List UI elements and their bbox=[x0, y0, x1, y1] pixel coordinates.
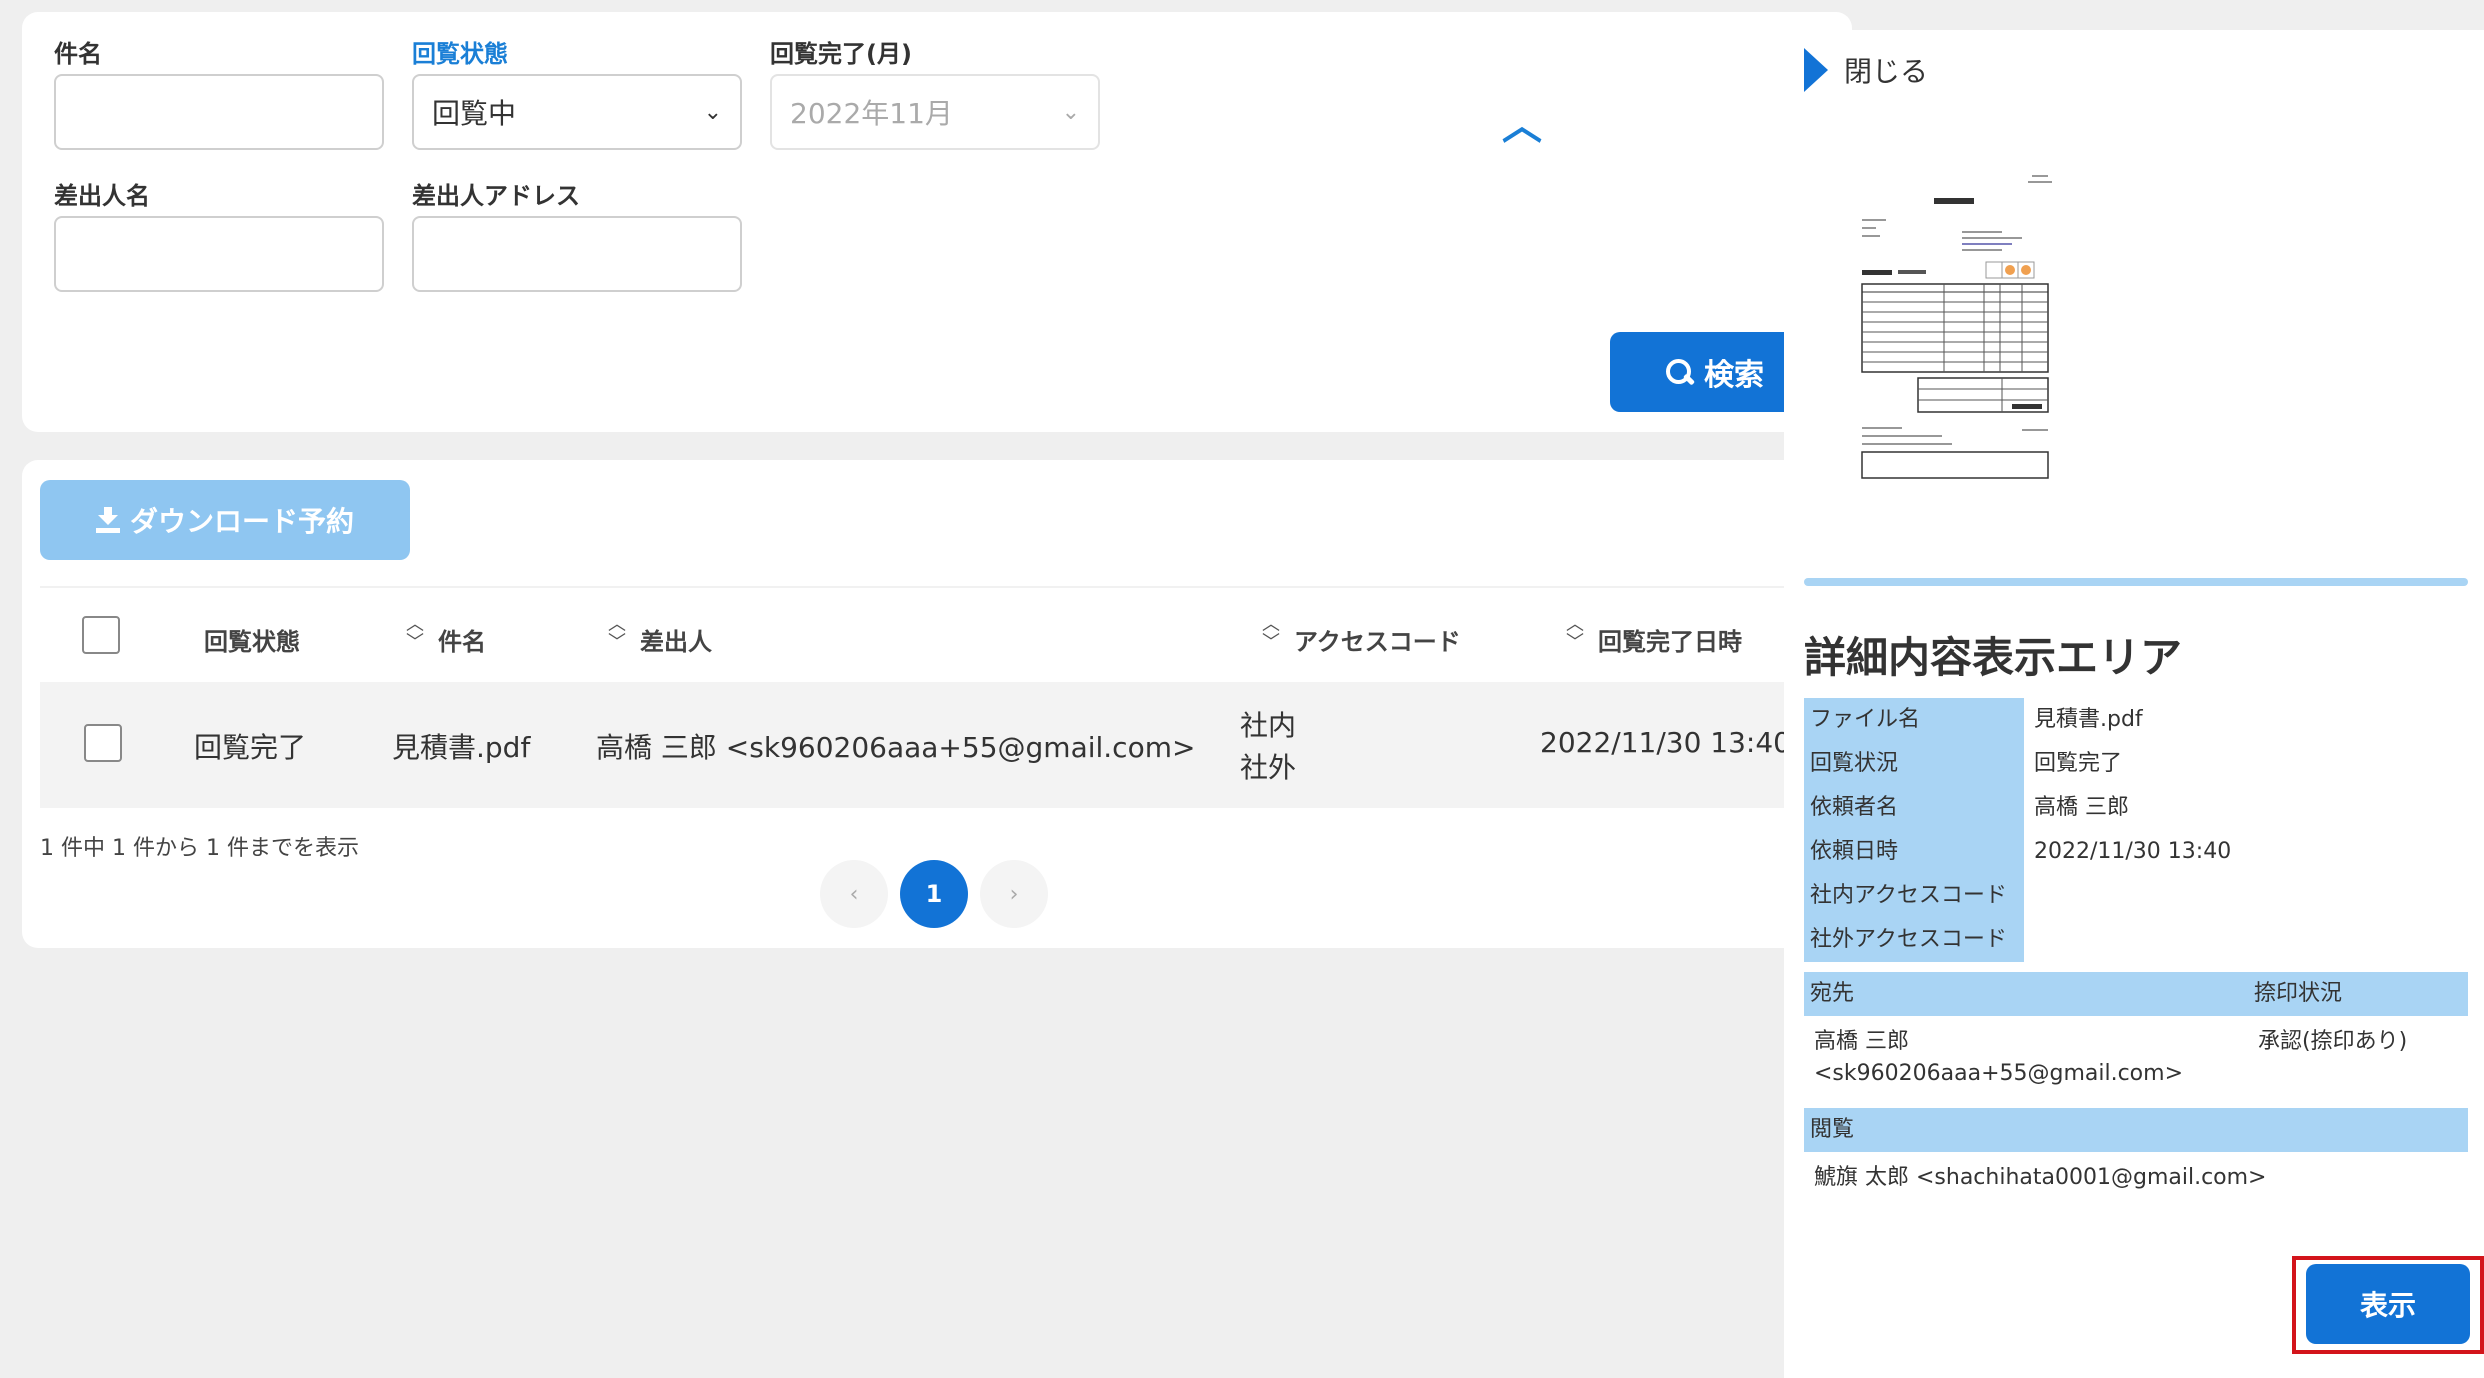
sort-icon[interactable]: ︿ ﹀ bbox=[1262, 616, 1280, 652]
recipient-header: 宛先 bbox=[1810, 981, 1855, 1006]
viewer-entry: 鯱旗 太郎 <shachihata0001@gmail.com> bbox=[1814, 1165, 2267, 1190]
detail-area-title: 詳細内容表示エリア bbox=[1804, 633, 2183, 682]
caret-right-icon bbox=[1804, 48, 1828, 92]
download-reserve-label: ダウンロード予約 bbox=[129, 505, 354, 538]
column-header-access-code[interactable]: アクセスコード bbox=[1294, 622, 1461, 657]
viewer-header: 閲覧 bbox=[1810, 1117, 1855, 1142]
result-count-text: 1 件中 1 件から 1 件までを表示 bbox=[40, 836, 359, 861]
collapse-chevron-up-icon[interactable]: ︿ bbox=[1500, 104, 1544, 148]
sender-address-label: 差出人アドレス bbox=[412, 182, 580, 210]
completed-month-value: 2022年11月 bbox=[790, 97, 953, 130]
chevron-down-icon: ⌄ bbox=[703, 99, 722, 125]
status-select-value: 回覧中 bbox=[432, 97, 517, 130]
detail-key: 社内アクセスコード bbox=[1804, 874, 2024, 918]
row-status: 回覧完了 bbox=[194, 731, 307, 764]
detail-value: 回覧完了 bbox=[2034, 751, 2123, 776]
row-completed-at: 2022/11/30 13:40 bbox=[1540, 726, 1791, 759]
chevron-down-icon: ⌄ bbox=[1061, 99, 1080, 125]
row-access-code-external: 社外 bbox=[1240, 751, 1297, 784]
stamp-status-header: 捺印状況 bbox=[2254, 981, 2343, 1006]
recipient-name: 高橋 三郎 bbox=[1814, 1029, 1909, 1054]
recipient-header-band: 宛先 捺印状況 bbox=[1804, 972, 2468, 1016]
pagination-prev-button[interactable]: ‹ bbox=[820, 860, 888, 928]
row-checkbox[interactable] bbox=[84, 724, 122, 762]
column-header-subject[interactable]: 件名 bbox=[438, 622, 486, 657]
search-form: 件名 回覧状態 回覧中 ⌄ 回覧完了(月) 2022年11月 ⌄ ︿ 差出人名 … bbox=[22, 12, 1852, 432]
table-header: 回覧状態 ︿ ﹀ 件名 ︿ ﹀ 差出人 ︿ ﹀ アクセスコード ︿ ﹀ 回覧完了日時 bbox=[40, 586, 1852, 682]
detail-key: 回覧状況 bbox=[1804, 742, 2024, 786]
detail-value: 見積書.pdf bbox=[2034, 707, 2143, 732]
sender-name-input[interactable] bbox=[54, 216, 384, 292]
download-icon bbox=[95, 507, 120, 533]
sender-name-label: 差出人名 bbox=[54, 182, 150, 210]
detail-value: 高橋 三郎 bbox=[2034, 795, 2129, 820]
detail-value: 2022/11/30 13:40 bbox=[2034, 839, 2232, 864]
detail-panel: 閉じる 詳細内容表示エリア ファイル名 見積書.pdf 回覧状況 回覧完了 依頼… bbox=[1784, 30, 2484, 1378]
page: 件名 回覧状態 回覧中 ⌄ 回覧完了(月) 2022年11月 ⌄ ︿ 差出人名 … bbox=[0, 0, 2484, 1378]
detail-row-requested-at: 依頼日時 2022/11/30 13:40 bbox=[1804, 830, 2468, 874]
column-header-sender[interactable]: 差出人 bbox=[640, 622, 712, 657]
recipient-email: <sk960206aaa+55@gmail.com> bbox=[1814, 1061, 2184, 1086]
status-label: 回覧状態 bbox=[412, 40, 508, 68]
document-preview-image bbox=[1852, 172, 2064, 482]
row-sender: 高橋 三郎 <sk960206aaa+55@gmail.com> bbox=[596, 731, 1196, 764]
completed-month-select[interactable]: 2022年11月 ⌄ bbox=[770, 74, 1100, 150]
subject-label: 件名 bbox=[54, 40, 102, 68]
subject-input[interactable] bbox=[54, 74, 384, 150]
detail-key: 依頼者名 bbox=[1804, 786, 2024, 830]
chevron-right-icon: › bbox=[1009, 881, 1019, 907]
close-panel-label: 閉じる bbox=[1844, 55, 1929, 88]
detail-row-status: 回覧状況 回覧完了 bbox=[1804, 742, 2468, 786]
sort-icon[interactable]: ︿ ﹀ bbox=[406, 616, 424, 652]
table-row[interactable]: 回覧完了 見積書.pdf 高橋 三郎 <sk960206aaa+55@gmail… bbox=[40, 682, 1852, 808]
results-card: ダウンロード予約 回覧状態 ︿ ﹀ 件名 ︿ ﹀ 差出人 ︿ ﹀ アクセスコード ︿ ﹀… bbox=[22, 460, 1852, 948]
detail-key: ファイル名 bbox=[1804, 698, 2024, 742]
detail-row-requester: 依頼者名 高橋 三郎 bbox=[1804, 786, 2468, 830]
row-access-code-internal: 社内 bbox=[1240, 709, 1297, 742]
download-reserve-button[interactable]: ダウンロード予約 bbox=[40, 480, 410, 560]
document-thumbnail[interactable] bbox=[1852, 172, 2064, 482]
pagination-page-1[interactable]: 1 bbox=[900, 860, 968, 928]
stamp-status-value: 承認(捺印あり) bbox=[2258, 1029, 2408, 1054]
detail-key: 社外アクセスコード bbox=[1804, 918, 2024, 962]
show-button[interactable]: 表示 bbox=[2306, 1264, 2470, 1344]
pagination-next-button[interactable]: › bbox=[980, 860, 1048, 928]
sort-icon[interactable]: ︿ ﹀ bbox=[608, 616, 626, 652]
column-header-completed-at[interactable]: 回覧完了日時 bbox=[1598, 622, 1742, 657]
viewer-header-band: 閲覧 bbox=[1804, 1108, 2468, 1152]
panel-divider bbox=[1804, 578, 2468, 586]
detail-row-filename: ファイル名 見積書.pdf bbox=[1804, 698, 2468, 742]
close-panel-button[interactable]: 閉じる bbox=[1804, 48, 1928, 92]
search-button-label: 検索 bbox=[1704, 358, 1764, 393]
detail-key: 依頼日時 bbox=[1804, 830, 2024, 874]
search-icon bbox=[1666, 359, 1692, 385]
completed-month-label: 回覧完了(月) bbox=[770, 40, 912, 68]
row-subject: 見積書.pdf bbox=[392, 731, 531, 764]
sort-icon[interactable]: ︿ ﹀ bbox=[1566, 616, 1584, 652]
detail-row-internal-access-code: 社内アクセスコード bbox=[1804, 874, 2468, 918]
chevron-left-icon: ‹ bbox=[849, 881, 859, 907]
detail-row-external-access-code: 社外アクセスコード bbox=[1804, 918, 2468, 962]
column-header-status: 回覧状態 bbox=[204, 628, 300, 656]
status-select[interactable]: 回覧中 ⌄ bbox=[412, 74, 742, 150]
sender-address-input[interactable] bbox=[412, 216, 742, 292]
select-all-checkbox[interactable] bbox=[82, 616, 120, 654]
